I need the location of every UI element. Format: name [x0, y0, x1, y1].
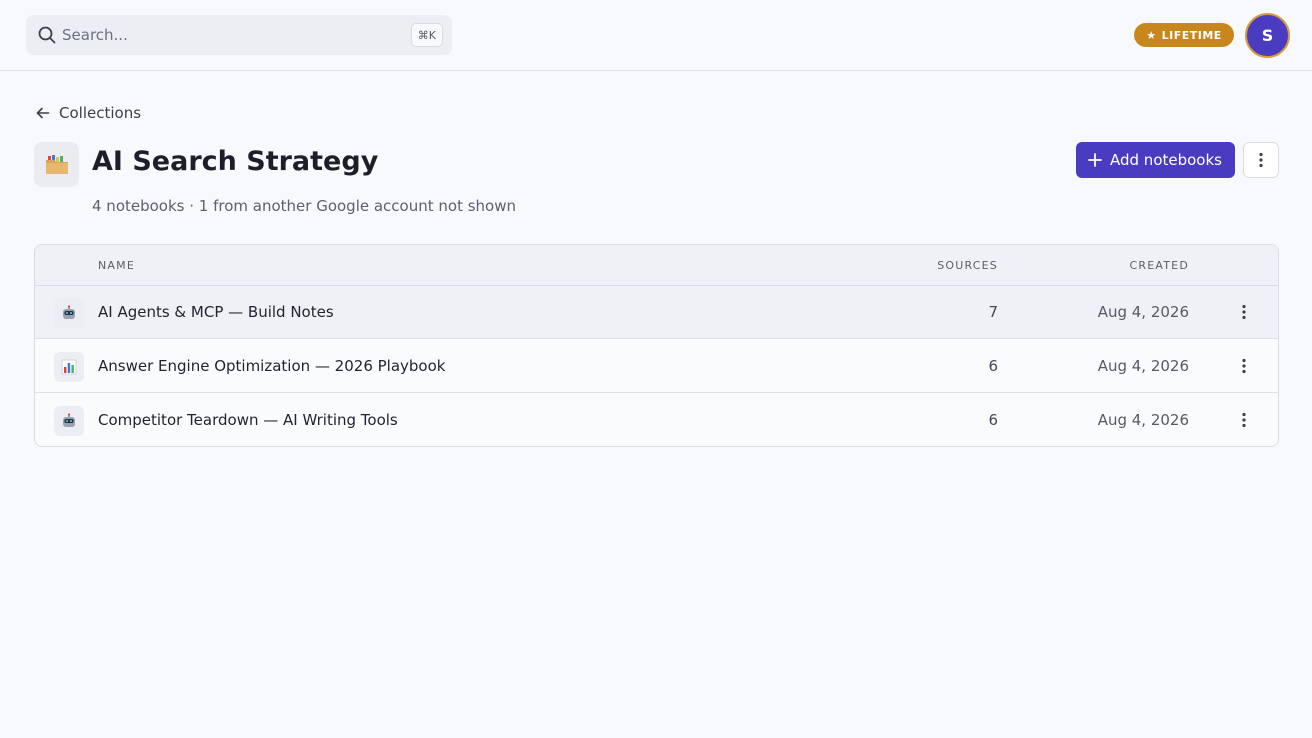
page-title: AI Search Strategy: [92, 146, 379, 177]
search-bar[interactable]: Search... ⌘K: [26, 15, 452, 55]
more-vertical-icon: [1242, 358, 1246, 374]
collection-icon-tile: [34, 142, 79, 187]
notebook-name[interactable]: Answer Engine Optimization — 2026 Playbo…: [98, 357, 445, 375]
breadcrumb-label: Collections: [59, 104, 142, 122]
avatar-initial: S: [1261, 26, 1274, 45]
column-header-name[interactable]: NAME: [98, 259, 135, 272]
star-icon: ★: [1146, 28, 1157, 42]
more-vertical-icon: [1259, 152, 1263, 168]
table-row[interactable]: Competitor Teardown — AI Writing Tools 6…: [35, 394, 1278, 446]
table-header: NAME SOURCES CREATED: [35, 245, 1278, 286]
notebook-icon-tile: [54, 298, 84, 328]
notebook-created-date: Aug 4, 2026: [1097, 411, 1189, 429]
notebook-name[interactable]: Competitor Teardown — AI Writing Tools: [98, 411, 398, 429]
notebook-sources-count: 7: [988, 303, 998, 321]
notebook-name[interactable]: AI Agents & MCP — Build Notes: [98, 303, 334, 321]
notebooks-table: NAME SOURCES CREATED AI Agents & MCP — B…: [34, 244, 1279, 447]
collection-more-button[interactable]: [1243, 142, 1279, 178]
arrow-left-icon: [36, 107, 50, 119]
search-icon: [38, 26, 56, 44]
lifetime-badge-label: LIFETIME: [1161, 28, 1222, 42]
search-input[interactable]: Search...: [62, 26, 128, 44]
column-header-sources[interactable]: SOURCES: [937, 259, 998, 272]
notebook-created-date: Aug 4, 2026: [1097, 303, 1189, 321]
collection-subtitle: 4 notebooks · 1 from another Google acco…: [92, 197, 516, 215]
column-header-created[interactable]: CREATED: [1130, 259, 1190, 272]
table-row[interactable]: AI Agents & MCP — Build Notes 7 Aug 4, 2…: [35, 286, 1278, 339]
bar-chart-icon: [61, 359, 77, 375]
folder-icon: [45, 154, 68, 174]
back-to-collections-link[interactable]: Collections: [35, 102, 141, 124]
search-shortcut-hint: ⌘K: [410, 23, 443, 47]
row-more-button[interactable]: [1234, 302, 1254, 322]
lifetime-badge[interactable]: ★ LIFETIME: [1134, 23, 1234, 47]
notebook-icon-tile: [54, 352, 84, 382]
add-notebooks-button[interactable]: Add notebooks: [1076, 142, 1235, 178]
table-row[interactable]: Answer Engine Optimization — 2026 Playbo…: [35, 340, 1278, 393]
robot-icon: [63, 413, 75, 427]
plus-icon: [1088, 153, 1102, 167]
row-more-button[interactable]: [1234, 410, 1254, 430]
more-vertical-icon: [1242, 412, 1246, 428]
notebook-sources-count: 6: [988, 411, 998, 429]
notebook-icon-tile: [54, 406, 84, 436]
notebook-sources-count: 6: [988, 357, 998, 375]
user-avatar[interactable]: S: [1245, 13, 1290, 58]
add-notebooks-label: Add notebooks: [1110, 151, 1222, 169]
robot-icon: [63, 305, 75, 319]
notebook-created-date: Aug 4, 2026: [1097, 357, 1189, 375]
more-vertical-icon: [1242, 304, 1246, 320]
row-more-button[interactable]: [1234, 356, 1254, 376]
top-bar: Search... ⌘K ★ LIFETIME S: [0, 0, 1312, 71]
